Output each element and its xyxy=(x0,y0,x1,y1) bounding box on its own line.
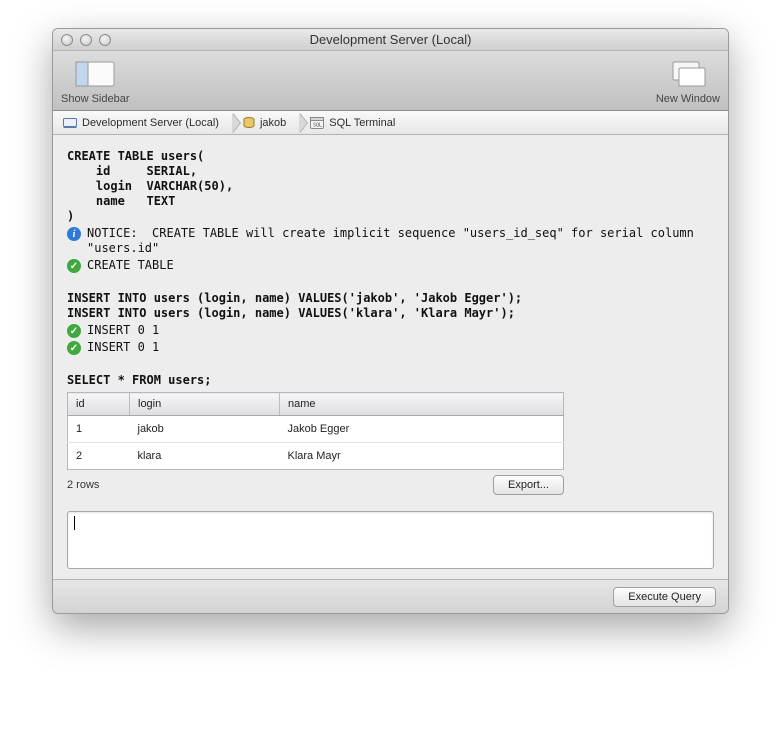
table-row[interactable]: 1 jakob Jakob Egger xyxy=(68,416,564,443)
sql-create-table: CREATE TABLE users( id SERIAL, login VAR… xyxy=(67,149,714,224)
table-footer: 2 rows Export... xyxy=(67,475,564,495)
breadcrumb-label: SQL Terminal xyxy=(329,117,395,129)
show-sidebar-label: Show Sidebar xyxy=(61,93,130,105)
breadcrumb-label: Development Server (Local) xyxy=(82,117,219,129)
cell-id: 1 xyxy=(68,416,130,443)
export-button[interactable]: Export... xyxy=(493,475,564,495)
notice-text: NOTICE: CREATE TABLE will create implici… xyxy=(87,226,707,256)
zoom-icon[interactable] xyxy=(99,34,111,46)
notice-row: i NOTICE: CREATE TABLE will create impli… xyxy=(67,226,714,256)
window-title: Development Server (Local) xyxy=(53,32,728,47)
table-header-row: id login name xyxy=(68,393,564,416)
sql-select: SELECT * FROM users; xyxy=(67,373,714,388)
breadcrumb-item-database[interactable]: jakob xyxy=(233,111,300,134)
insert-result-1: INSERT 0 1 xyxy=(87,323,159,338)
bottom-bar: Execute Query xyxy=(53,579,728,613)
check-icon: ✓ xyxy=(67,259,81,273)
sidebar-icon xyxy=(74,57,116,91)
close-icon[interactable] xyxy=(61,34,73,46)
content-area: CREATE TABLE users( id SERIAL, login VAR… xyxy=(53,135,728,579)
execute-query-button[interactable]: Execute Query xyxy=(613,587,716,607)
breadcrumb: Development Server (Local) jakob SQL SQL… xyxy=(53,111,728,135)
toolbar: Show Sidebar New Window xyxy=(53,51,728,111)
insert-result-1-row: ✓ INSERT 0 1 xyxy=(67,323,714,338)
text-caret-icon xyxy=(74,516,75,530)
breadcrumb-item-server[interactable]: Development Server (Local) xyxy=(53,111,233,134)
cell-login: jakob xyxy=(130,416,280,443)
show-sidebar-button[interactable]: Show Sidebar xyxy=(61,57,130,105)
cell-login: klara xyxy=(130,443,280,470)
new-window-icon xyxy=(667,57,709,91)
insert-result-2: INSERT 0 1 xyxy=(87,340,159,355)
check-icon: ✓ xyxy=(67,341,81,355)
table-row[interactable]: 2 klara Klara Mayr xyxy=(68,443,564,470)
create-result: CREATE TABLE xyxy=(87,258,174,273)
check-icon: ✓ xyxy=(67,324,81,338)
database-icon xyxy=(243,117,255,129)
app-window: Development Server (Local) Show Sidebar … xyxy=(52,28,729,614)
traffic-lights xyxy=(53,34,111,46)
column-header-login[interactable]: login xyxy=(130,393,280,416)
create-result-row: ✓ CREATE TABLE xyxy=(67,258,714,273)
breadcrumb-label: jakob xyxy=(260,117,286,129)
sql-insert-1: INSERT INTO users (login, name) VALUES('… xyxy=(67,291,714,306)
cell-name: Klara Mayr xyxy=(280,443,564,470)
column-header-name[interactable]: name xyxy=(280,393,564,416)
cell-id: 2 xyxy=(68,443,130,470)
info-icon: i xyxy=(67,227,81,241)
breadcrumb-item-terminal[interactable]: SQL SQL Terminal xyxy=(300,111,409,134)
new-window-button[interactable]: New Window xyxy=(656,57,720,105)
sql-insert-2: INSERT INTO users (login, name) VALUES('… xyxy=(67,306,714,321)
results-table: id login name 1 jakob Jakob Egger 2 klar… xyxy=(67,392,564,470)
new-window-label: New Window xyxy=(656,93,720,105)
column-header-id[interactable]: id xyxy=(68,393,130,416)
cell-name: Jakob Egger xyxy=(280,416,564,443)
row-count: 2 rows xyxy=(67,479,99,491)
query-input[interactable] xyxy=(67,511,714,569)
insert-result-2-row: ✓ INSERT 0 1 xyxy=(67,340,714,355)
terminal-icon: SQL xyxy=(310,117,324,129)
svg-text:SQL: SQL xyxy=(313,122,322,128)
titlebar: Development Server (Local) xyxy=(53,29,728,51)
minimize-icon[interactable] xyxy=(80,34,92,46)
server-icon xyxy=(63,117,77,129)
